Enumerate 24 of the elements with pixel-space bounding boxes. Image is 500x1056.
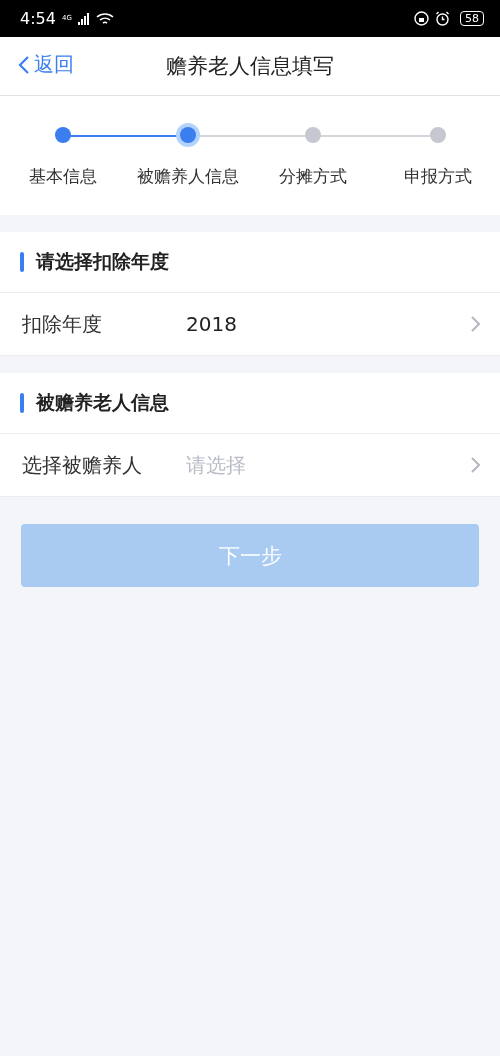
step-label: 被赡养人信息 bbox=[136, 165, 239, 188]
status-time: 4:54 bbox=[20, 9, 56, 28]
signal-icon bbox=[77, 12, 90, 25]
row-placeholder: 请选择 bbox=[186, 451, 247, 479]
page-title: 赡养老人信息填写 bbox=[166, 53, 334, 80]
select-row[interactable]: 选择被赡养人 请选择 bbox=[0, 434, 500, 497]
back-button[interactable]: 返回 bbox=[18, 51, 74, 78]
step-label: 基本信息 bbox=[28, 165, 97, 188]
accent-bar bbox=[20, 393, 24, 413]
wifi-icon bbox=[95, 11, 114, 26]
chevron-right-icon bbox=[471, 316, 480, 332]
battery-level: 58 bbox=[460, 11, 484, 26]
step-label: 申报方式 bbox=[403, 165, 472, 188]
alarm-icon bbox=[435, 11, 450, 26]
chevron-right-icon bbox=[471, 457, 480, 473]
row-label: 选择被赡养人 bbox=[22, 451, 143, 479]
section-title: 请选择扣除年度 bbox=[36, 249, 169, 274]
accent-bar bbox=[20, 252, 24, 272]
step-label: 分摊方式 bbox=[278, 165, 347, 188]
select-row[interactable]: 扣除年度 2018 bbox=[0, 293, 500, 356]
section-title: 被赡养老人信息 bbox=[36, 390, 169, 415]
row-label: 扣除年度 bbox=[22, 310, 103, 338]
chevron-left-icon bbox=[18, 54, 30, 75]
row-value: 2018 bbox=[186, 312, 238, 336]
